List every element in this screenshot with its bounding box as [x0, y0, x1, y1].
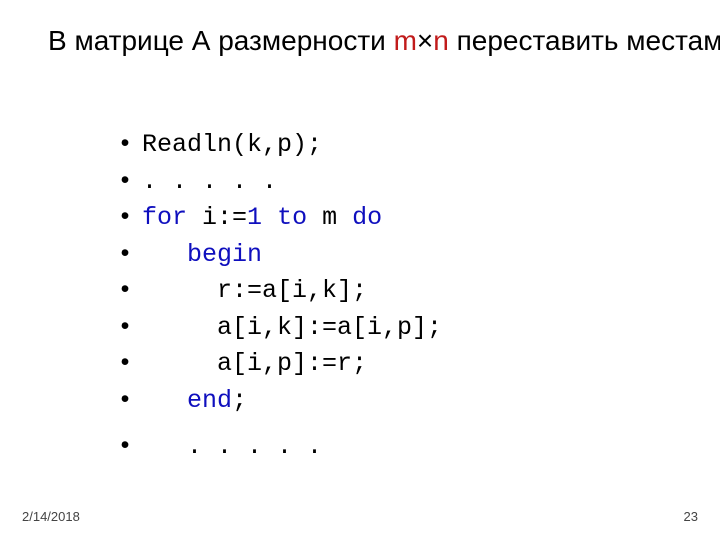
code-segment: 1	[247, 201, 262, 236]
bullet-icon: •	[108, 272, 142, 307]
code-segment: to	[277, 201, 307, 236]
title-segment: В матрице А размерности	[48, 25, 394, 56]
code-segment: r:=a[i,k];	[142, 274, 367, 309]
code-segment: for	[142, 201, 187, 236]
code-segment: begin	[187, 238, 262, 273]
code-segment: a[i,k]:=a[i,p];	[142, 311, 442, 346]
code-segment: . . . . .	[142, 430, 322, 465]
title-segment: n	[433, 25, 449, 56]
code-line: •. . . . .	[108, 163, 442, 200]
code-line: • begin	[108, 236, 442, 273]
bullet-icon: •	[108, 199, 142, 234]
code-segment: a[i,p]:=r;	[142, 347, 367, 382]
title-segment: переставить местами два столбца с номера…	[449, 25, 720, 56]
code-line: •Readln(k,p);	[108, 126, 442, 163]
code-gap	[108, 418, 442, 428]
code-segment: ;	[232, 384, 247, 419]
code-segment: . . . . .	[142, 165, 277, 200]
code-line: •for i:=1 to m do	[108, 199, 442, 236]
code-segment: Readln(k,p);	[142, 128, 322, 163]
title-segment: m	[394, 25, 417, 56]
code-segment	[142, 384, 187, 419]
footer-date: 2/14/2018	[22, 509, 80, 524]
slide-title: В матрице А размерности m×n переставить …	[48, 24, 672, 58]
code-segment: end	[187, 384, 232, 419]
code-line: • . . . . .	[108, 428, 442, 465]
code-line: • end;	[108, 382, 442, 419]
code-block: •Readln(k,p);•. . . . .•for i:=1 to m do…	[108, 126, 442, 465]
bullet-icon: •	[108, 163, 142, 198]
code-segment: do	[352, 201, 382, 236]
title-segment: ×	[417, 25, 433, 56]
bullet-icon: •	[108, 382, 142, 417]
bullet-icon: •	[108, 428, 142, 463]
code-line: • a[i,p]:=r;	[108, 345, 442, 382]
bullet-icon: •	[108, 126, 142, 161]
code-segment	[262, 201, 277, 236]
code-segment: m	[307, 201, 352, 236]
bullet-icon: •	[108, 309, 142, 344]
code-segment: i:=	[187, 201, 247, 236]
slide: В матрице А размерности m×n переставить …	[0, 0, 720, 540]
bullet-icon: •	[108, 236, 142, 271]
code-line: • a[i,k]:=a[i,p];	[108, 309, 442, 346]
code-line: • r:=a[i,k];	[108, 272, 442, 309]
footer-page-number: 23	[684, 509, 698, 524]
code-segment	[142, 238, 187, 273]
bullet-icon: •	[108, 345, 142, 380]
